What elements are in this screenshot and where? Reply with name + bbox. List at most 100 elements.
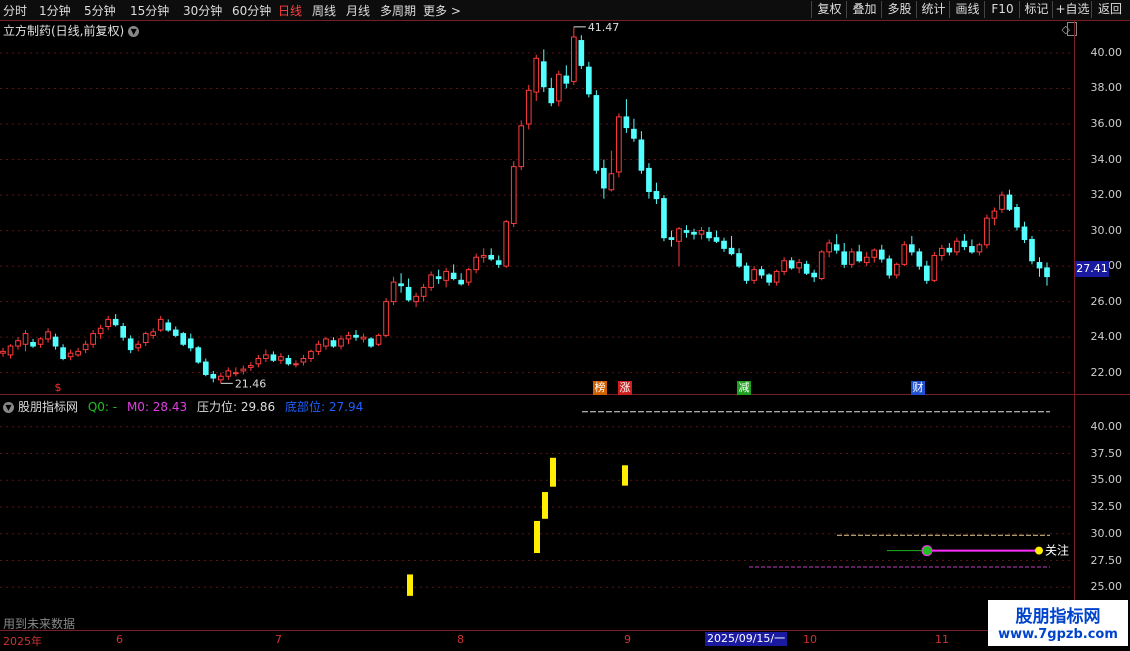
price-tick-label: 36.00 [1090,117,1123,131]
candle-body [623,116,630,129]
period-tab-5min[interactable]: 5分钟 [84,2,116,19]
candle-body [368,338,374,347]
indicator-tick-label: 27.50 [1090,553,1123,567]
candle-body [863,256,870,264]
candle-body [691,231,697,235]
candle-body [195,347,202,363]
candle-body [225,370,232,377]
candle-body [661,198,667,239]
candle-body [518,125,525,168]
candle-body [428,274,434,288]
candle-body [766,274,772,283]
candle-body [375,334,382,345]
period-tab-more[interactable]: 更多 > [423,2,461,19]
period-tab-15min[interactable]: 15分钟 [130,2,169,19]
candle-body [37,338,44,345]
signal-bar [550,457,556,487]
indicator-chart[interactable]: 关注 [0,396,1074,610]
adjust-button[interactable]: 复权 [811,1,847,18]
candle-body [533,57,540,93]
back-button[interactable]: 返回 [1091,1,1128,18]
f10-button[interactable]: F10 [984,1,1020,18]
candle-body [811,272,817,278]
draw-line-button[interactable]: 画线 [949,1,985,18]
period-tab-1min[interactable]: 1分钟 [39,2,71,19]
candlestick-chart[interactable]: 41.47 21.46 [0,21,1074,394]
candle-body [338,338,344,347]
event-badge-dollar[interactable]: $ [51,381,65,395]
candle-body [721,240,727,249]
candle-body [833,244,840,251]
candle-body [142,333,149,343]
candle-body [390,281,397,303]
logo-url: www.7gpzb.com [998,627,1118,642]
period-tab-30min[interactable]: 30分钟 [183,2,222,19]
candle-body [646,167,652,193]
candle-body [210,373,217,379]
period-tab-multi[interactable]: 多周期 [380,2,416,19]
candle-body [67,352,74,358]
attention-label: 关注 [1045,543,1069,558]
cursor-date: 2025/09/15/一 [705,632,788,646]
price-tick-label: 30.00 [1090,223,1123,237]
candle-body [495,260,502,265]
candle-body [856,251,863,262]
candle-body [293,363,299,366]
indicator-tick-label: 32.50 [1090,500,1123,514]
candle-body [1014,207,1020,228]
candle-body [548,87,555,104]
candle-body [240,368,247,372]
candle-body [826,242,833,253]
event-badge-reduce[interactable]: 减 [737,381,751,395]
candle-body [52,336,59,347]
add-watchlist-button[interactable]: +自选 [1052,1,1092,18]
period-tab-60min[interactable]: 60分钟 [232,2,271,19]
candle-body [1021,226,1028,240]
candle-body [803,263,810,274]
period-tab-fenshi[interactable]: 分时 [3,2,27,19]
candle-body [0,350,6,354]
logo-name: 股朋指标网 [1015,607,1101,627]
candle-body [706,231,712,239]
m0-start-dot [921,545,933,557]
candle-body [991,210,998,219]
candle-body [22,333,29,345]
indicator-tick-label: 30.00 [1090,526,1123,540]
candle-body [435,276,442,280]
candle-body [563,75,570,84]
candle-body [999,194,1005,210]
period-tab-weekly[interactable]: 周线 [312,2,336,19]
candle-body [510,166,517,224]
candle-body [751,269,757,281]
candle-body [150,331,157,336]
period-tab-monthly[interactable]: 月线 [346,2,370,19]
period-tab-daily[interactable]: 日线 [278,2,302,19]
period-toolbar: 分时 1分钟 5分钟 15分钟 30分钟 60分钟 日线 周线 月线 多周期 更… [0,0,1130,21]
event-badge-rise[interactable]: 涨 [618,381,632,395]
event-badge-list[interactable]: 榜 [593,381,607,395]
candle-body [736,253,742,267]
overlay-button[interactable]: 叠加 [846,1,882,18]
candle-body [969,246,975,253]
candle-body [202,361,209,375]
candle-body [420,286,427,297]
candle-body [1036,262,1043,269]
multi-stock-button[interactable]: 多股 [881,1,917,18]
candle-body [263,354,269,359]
candle-body [270,354,277,361]
signal-bar [534,520,540,554]
candle-body [916,251,923,267]
candle-body [939,247,945,256]
price-tick-label: 32.00 [1090,188,1123,202]
mark-button[interactable]: 标记 [1019,1,1053,18]
candle-body [405,286,412,301]
time-label-year: 2025年 [3,635,42,648]
stats-button[interactable]: 统计 [916,1,950,18]
site-logo: 股朋指标网 www.7gpzb.com [988,600,1128,646]
candle-body [653,191,660,200]
candle-body [923,265,930,281]
candle-body [901,244,908,265]
event-badge-finance[interactable]: 财 [911,381,925,395]
signal-bar [622,465,628,486]
indicator-tick-label: 25.00 [1090,580,1123,594]
